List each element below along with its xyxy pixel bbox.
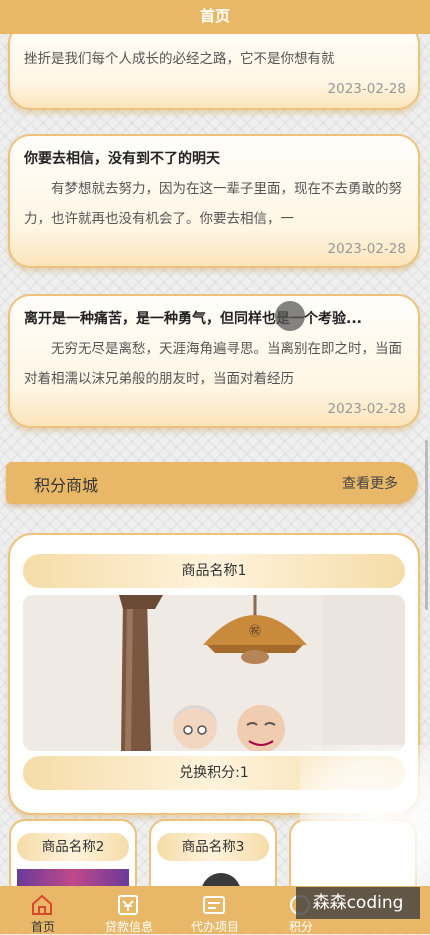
watermark: 森森coding [296, 887, 420, 919]
tab-home[interactable]: 首页 [0, 886, 86, 934]
article-card[interactable]: 挫折是我们每个人成长的必经之路，它不是你想有就 2023-02-28 [8, 22, 420, 110]
article-excerpt: 挫折是我们每个人成长的必经之路，它不是你想有就 [24, 51, 335, 67]
article-date: 2023-02-28 [327, 241, 406, 257]
page-header: 首页 [0, 0, 430, 34]
svg-text:㊗: ㊗ [249, 624, 261, 638]
article-card[interactable]: 你要去相信，没有到不了的明天 有梦想就去努力，因为在这一辈子里面，现在不去勇敢的… [8, 134, 420, 268]
article-excerpt: 有梦想就去努力，因为在这一辈子里面，现在不去勇敢的努力，也许就再也没有机会了。你… [24, 181, 402, 227]
section-title: 积分商城 [34, 476, 99, 495]
home-icon [32, 894, 52, 915]
loan-icon [118, 895, 138, 915]
article-date: 2023-02-28 [327, 401, 406, 417]
tab-label: 贷款信息 [104, 920, 153, 934]
view-more-link[interactable]: 查看更多 [342, 473, 398, 493]
product-name: 商品名称1 [23, 554, 405, 588]
tab-label: 积分 [288, 920, 313, 934]
article-title: 离开是一种痛苦，是一种勇气，但同样也是一个考验... [24, 311, 362, 327]
points-mall-header: 积分商城 查看更多 [6, 462, 418, 504]
article-excerpt: 无穷无尽是离愁，天涯海角遍寻思。当离别在即之时，当面对着相濡以沫兄弟般的朋友时，… [24, 341, 402, 387]
overlay-glow [300, 745, 430, 895]
article-date: 2023-02-28 [327, 81, 406, 97]
product-image: ㊗ [23, 595, 405, 751]
tab-label: 代办项目 [190, 920, 239, 934]
touch-cursor [275, 301, 305, 331]
tab-label: 首页 [30, 920, 55, 934]
product-name: 商品名称2 [17, 833, 129, 861]
task-icon [203, 896, 225, 914]
tab-loan-info[interactable]: 贷款信息 [86, 886, 172, 934]
product-name: 商品名称3 [157, 833, 269, 861]
tab-tasks[interactable]: 代办项目 [172, 886, 258, 934]
scrollbar[interactable] [425, 440, 428, 610]
page-title: 首页 [199, 7, 230, 25]
article-card[interactable]: 离开是一种痛苦，是一种勇气，但同样也是一个考验... 无穷无尽是离愁，天涯海角遍… [8, 294, 420, 428]
article-title: 你要去相信，没有到不了的明天 [24, 151, 220, 167]
